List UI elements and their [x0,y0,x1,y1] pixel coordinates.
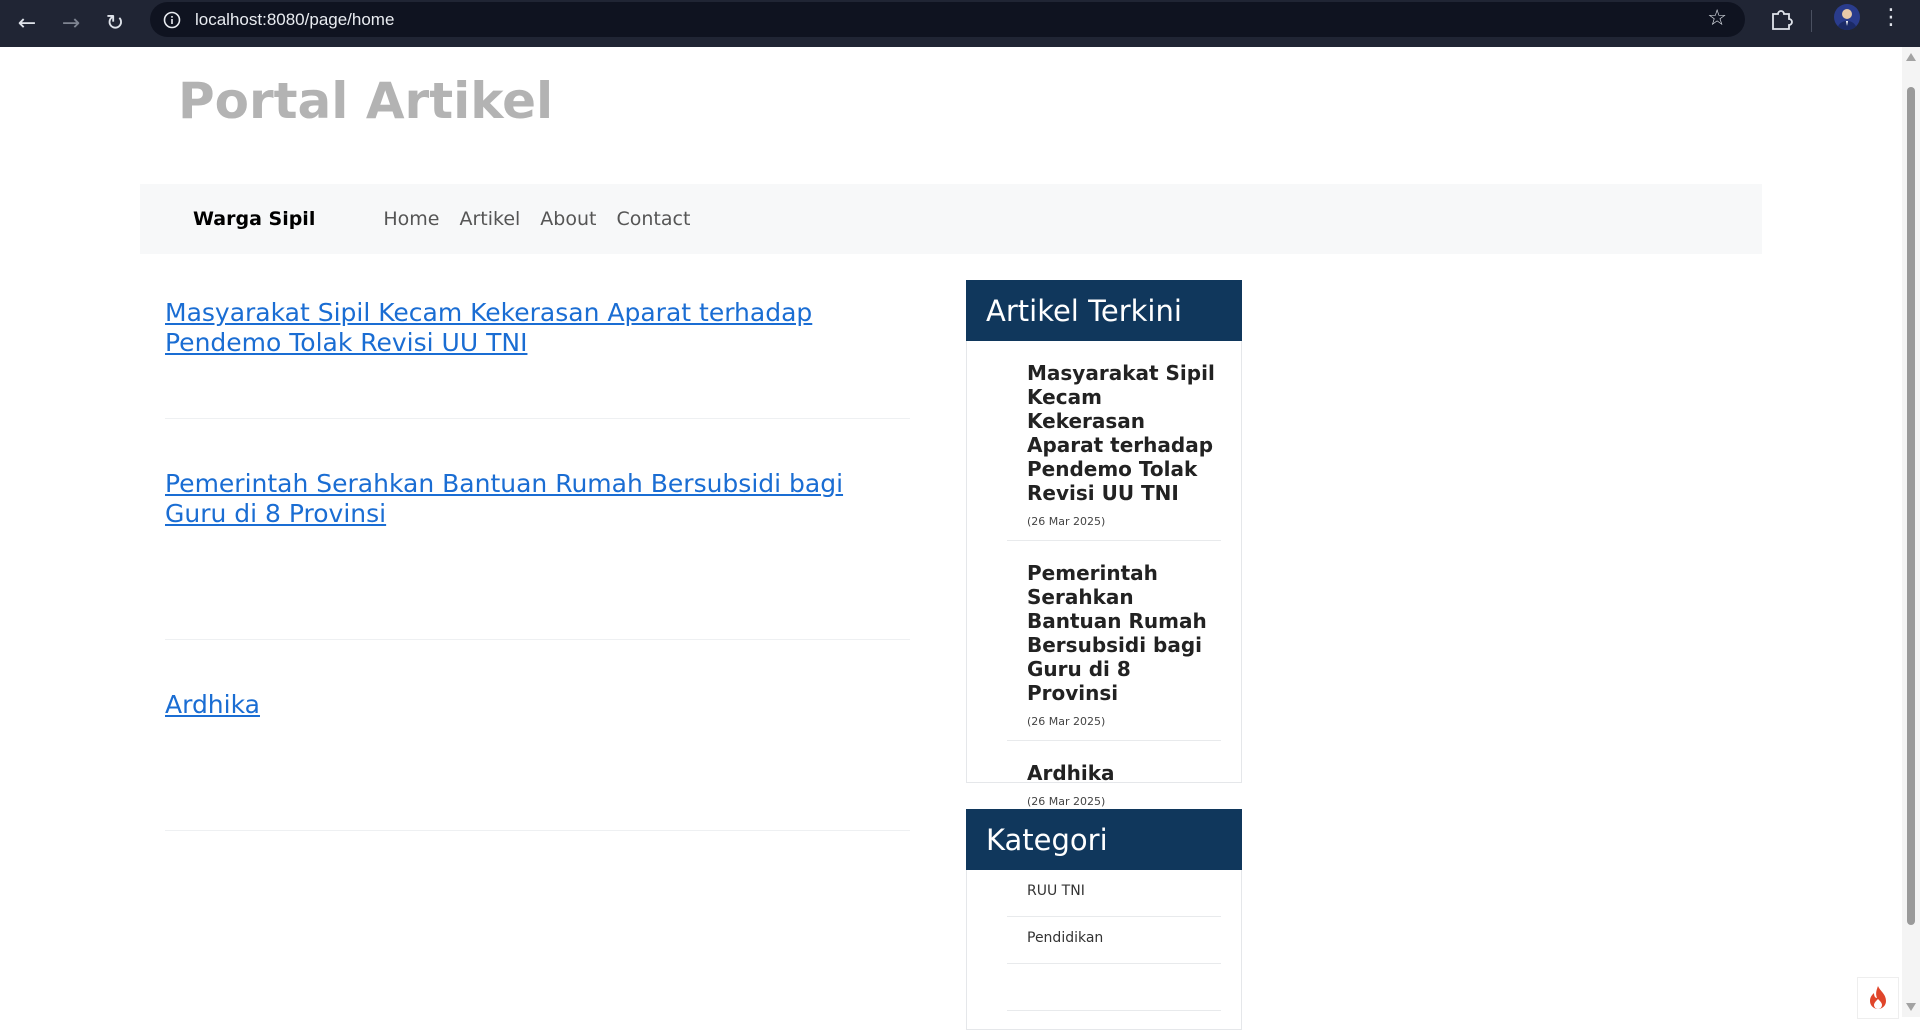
site-title: Portal Artikel [178,72,554,130]
profile-avatar[interactable] [1834,4,1860,30]
site-info-icon[interactable] [162,10,182,30]
recent-article-title[interactable]: Ardhika [1027,761,1221,785]
recent-article-title[interactable]: Pemerintah Serahkan Bantuan Rumah Bersub… [1027,561,1221,705]
nav-link-about[interactable]: About [540,208,596,230]
extensions-icon[interactable] [1768,6,1794,32]
category-heading: Kategori [966,809,1242,870]
article-item: Masyarakat Sipil Kecam Kekerasan Aparat … [165,298,910,419]
nav-links: Home Artikel About Contact [383,208,710,230]
toolbar-divider [1811,10,1812,32]
nav-link-home[interactable]: Home [383,208,439,230]
back-arrow-icon[interactable]: ← [11,8,43,40]
scroll-down-arrow-icon[interactable] [1906,1003,1916,1011]
nav-link-artikel[interactable]: Artikel [459,208,520,230]
article-link[interactable]: Masyarakat Sipil Kecam Kekerasan Aparat … [165,298,812,357]
article-link[interactable]: Pemerintah Serahkan Bantuan Rumah Bersub… [165,469,843,528]
category-item[interactable]: Pendidikan [1007,917,1221,964]
category-item[interactable] [1007,964,1221,1011]
recent-articles-heading: Artikel Terkini [966,280,1242,341]
forward-arrow-icon[interactable]: → [55,8,87,40]
recent-article-item[interactable]: Masyarakat Sipil Kecam Kekerasan Aparat … [1007,341,1221,541]
page-scrollbar[interactable] [1902,47,1920,1017]
category-widget: Kategori RUU TNI Pendidikan [966,809,1242,1030]
browser-toolbar: ← → ↻ localhost:8080/page/home ☆ ⋮ [0,0,1920,47]
reload-icon[interactable]: ↻ [99,8,131,40]
recent-articles-widget: Artikel Terkini Masyarakat Sipil Kecam K… [966,280,1242,821]
navbar-brand[interactable]: Warga Sipil [193,208,315,230]
article-item: Pemerintah Serahkan Bantuan Rumah Bersub… [165,419,910,640]
menu-icon[interactable]: ⋮ [1880,5,1902,31]
address-bar[interactable]: localhost:8080/page/home ☆ [150,2,1745,37]
article-list: Masyarakat Sipil Kecam Kekerasan Aparat … [165,298,910,831]
recent-article-date: (26 Mar 2025) [1027,795,1106,808]
scroll-thumb[interactable] [1907,87,1915,925]
url-text[interactable]: localhost:8080/page/home [195,10,394,30]
recent-article-item[interactable]: Pemerintah Serahkan Bantuan Rumah Bersub… [1007,541,1221,741]
main-navbar: Warga Sipil Home Artikel About Contact [140,184,1762,254]
nav-link-contact[interactable]: Contact [616,208,690,230]
bookmark-star-icon[interactable]: ☆ [1707,8,1727,30]
category-item[interactable]: RUU TNI [1007,870,1221,917]
flame-icon[interactable] [1857,977,1899,1019]
article-item: Ardhika [165,640,910,831]
recent-article-date: (26 Mar 2025) [1027,715,1106,728]
recent-article-title[interactable]: Masyarakat Sipil Kecam Kekerasan Aparat … [1027,361,1221,505]
article-link[interactable]: Ardhika [165,690,260,719]
recent-article-date: (26 Mar 2025) [1027,515,1106,528]
scroll-up-arrow-icon[interactable] [1906,53,1916,61]
